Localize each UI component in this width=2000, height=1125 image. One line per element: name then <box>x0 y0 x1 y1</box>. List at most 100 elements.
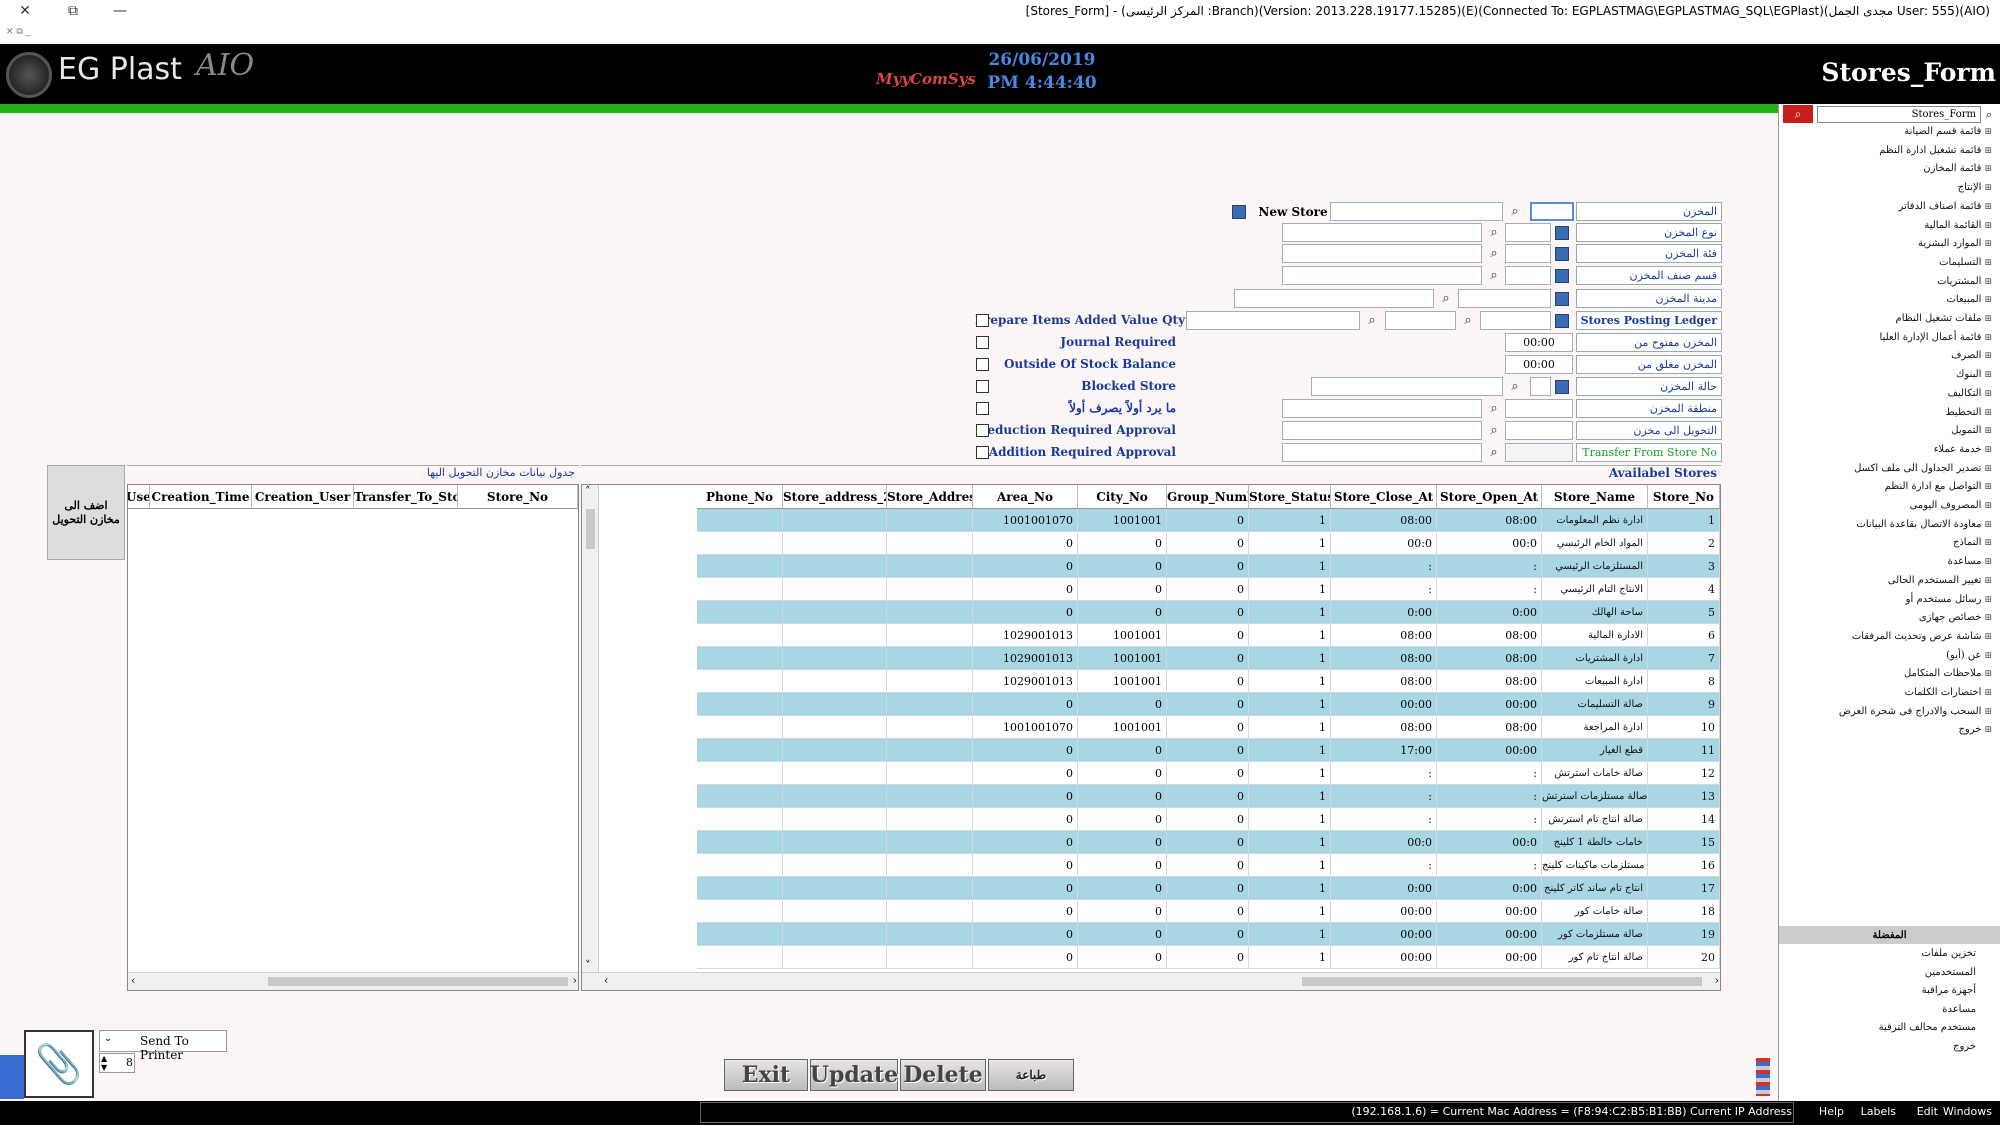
table-cell[interactable] <box>697 601 783 624</box>
table-cell[interactable] <box>697 578 783 601</box>
table-cell[interactable]: 0 <box>1078 831 1167 854</box>
store-no-cell[interactable]: 7 <box>1648 647 1720 670</box>
windows-menu[interactable]: Windows <box>1943 1105 1992 1118</box>
store-name-cell[interactable]: صالة مستلزمات كور <box>1542 923 1648 946</box>
table-cell[interactable]: : <box>1331 854 1437 877</box>
table-row[interactable]: 10 ادارة المراجعة 08:00 08:00 1 0 1001001 10010… <box>620 716 1720 739</box>
posting-ledger-code2[interactable] <box>1385 311 1456 330</box>
menu-tree-item[interactable]: ملفات تشغيل النظام <box>1896 313 1993 324</box>
table-cell[interactable]: 0 <box>973 785 1078 808</box>
store-no-cell[interactable]: 10 <box>1648 716 1720 739</box>
table-cell[interactable]: 0 <box>973 877 1078 900</box>
table-cell[interactable]: 08:00 <box>1437 647 1542 670</box>
table-cell[interactable]: : <box>1331 785 1437 808</box>
send-to-printer-dropdown[interactable]: ⌄ Send To Printer <box>99 1030 227 1062</box>
stepper-arrows-icon[interactable]: ▲ ▼ <box>101 1054 107 1072</box>
store-type-checkbox[interactable] <box>1555 226 1569 240</box>
table-cell[interactable] <box>697 532 783 555</box>
open-from-input[interactable]: 00:00 <box>1505 333 1573 352</box>
table-cell[interactable]: : <box>1331 578 1437 601</box>
store-name-cell[interactable]: ادارة المشتريات <box>1542 647 1648 670</box>
table-row[interactable]: 4 الانتاج التام الرئيسي::1 0 0 0 <box>620 578 1720 601</box>
table-cell[interactable]: 1 <box>1249 532 1331 555</box>
table-cell[interactable] <box>697 808 783 831</box>
search-icon[interactable]: ⌕ <box>1362 311 1382 330</box>
table-cell[interactable]: 0 <box>1078 739 1167 762</box>
table-cell[interactable] <box>697 923 783 946</box>
posting-ledger-checkbox[interactable] <box>1555 314 1569 328</box>
table-cell[interactable]: 1 <box>1249 900 1331 923</box>
store-no-cell[interactable]: 9 <box>1648 693 1720 716</box>
store-type-code[interactable] <box>1505 223 1551 242</box>
store-no-cell[interactable]: 11 <box>1648 739 1720 762</box>
table-cell[interactable]: 0 <box>1167 808 1249 831</box>
table-cell[interactable] <box>783 831 887 854</box>
table-cell[interactable]: 0 <box>1167 762 1249 785</box>
table-cell[interactable]: 0 <box>1167 647 1249 670</box>
store-name-cell[interactable]: صالة انتاج تام كور <box>1542 946 1648 969</box>
table-cell[interactable]: 08:00 <box>1331 624 1437 647</box>
table-cell[interactable] <box>783 854 887 877</box>
side-tab[interactable] <box>0 1055 24 1099</box>
add-transfer-store-button[interactable]: اضف الى مخازن التحويل <box>47 465 125 560</box>
menu-tree-item[interactable]: السحب والادراج فى شجرة العرض <box>1839 706 1992 717</box>
menu-tree-item[interactable]: التكاليف <box>1948 388 1992 399</box>
scroll-right-icon[interactable]: › <box>1715 974 1719 987</box>
table-cell[interactable] <box>697 854 783 877</box>
labels-menu[interactable]: Labels <box>1861 1105 1896 1118</box>
scrollbar-thumb[interactable] <box>586 509 595 549</box>
table-cell[interactable]: 1 <box>1249 785 1331 808</box>
scroll-down-icon[interactable]: ˅ <box>585 959 591 972</box>
column-header[interactable]: Store_No <box>458 485 578 509</box>
table-cell[interactable]: 0 <box>1167 739 1249 762</box>
table-cell[interactable]: 00:00 <box>1437 693 1542 716</box>
table-cell[interactable] <box>697 693 783 716</box>
store-no-cell[interactable]: 15 <box>1648 831 1720 854</box>
menu-tree-item[interactable]: قائمة المخازن <box>1923 163 1992 174</box>
table-cell[interactable]: 0 <box>973 831 1078 854</box>
scroll-up-icon[interactable]: ˄ <box>585 485 591 498</box>
table-row[interactable]: 7 ادارة المشتريات 08:00 08:00 1 0 1001001 10290… <box>620 647 1720 670</box>
available-stores-grid[interactable]: ˄ ˅ Store_No Store_Name Store_Open_At Store… <box>581 484 1721 991</box>
search-icon[interactable]: ⌕ <box>1458 311 1478 330</box>
table-cell[interactable]: 0:00 <box>1437 877 1542 900</box>
table-cell[interactable] <box>887 762 973 785</box>
store-city-checkbox[interactable] <box>1555 292 1569 306</box>
table-row[interactable]: 15 خامات خالطة 1 كلينج 00:0 00:0 1 0 0 0 <box>620 831 1720 854</box>
table-cell[interactable]: 00:00 <box>1331 923 1437 946</box>
table-cell[interactable]: 1001001 <box>1078 509 1167 532</box>
menu-tree-item[interactable]: التواصل مع ادارة النظم <box>1885 481 1992 492</box>
table-cell[interactable]: 08:00 <box>1437 670 1542 693</box>
table-cell[interactable] <box>697 900 783 923</box>
search-icon[interactable]: ⌕ <box>1484 223 1504 242</box>
table-cell[interactable] <box>783 555 887 578</box>
table-cell[interactable]: 0 <box>1167 693 1249 716</box>
column-header[interactable]: Store_Address <box>887 485 973 509</box>
new-store-checkbox[interactable] <box>1232 205 1246 219</box>
table-cell[interactable] <box>697 624 783 647</box>
table-cell[interactable]: 1 <box>1249 509 1331 532</box>
store-no-cell[interactable]: 16 <box>1648 854 1720 877</box>
table-cell[interactable]: 0 <box>973 739 1078 762</box>
menu-tree-item[interactable]: البنوك <box>1956 369 1992 380</box>
update-button[interactable]: Update <box>810 1059 898 1091</box>
table-cell[interactable] <box>697 647 783 670</box>
menu-search-input[interactable]: Stores_Form <box>1817 106 1981 123</box>
table-cell[interactable] <box>887 670 973 693</box>
table-cell[interactable]: : <box>1331 808 1437 831</box>
store-no-cell[interactable]: 3 <box>1648 555 1720 578</box>
store-no-cell[interactable]: 17 <box>1648 877 1720 900</box>
transfer-stores-grid[interactable]: Store_No Transfer_To_Store_No Creation_U… <box>127 484 579 991</box>
table-cell[interactable] <box>783 532 887 555</box>
table-cell[interactable]: 1029001013 <box>973 647 1078 670</box>
table-cell[interactable]: 00:0 <box>1331 831 1437 854</box>
blocked-store-checkbox[interactable] <box>976 380 989 393</box>
store-name-cell[interactable]: ادارة المبيعات <box>1542 670 1648 693</box>
menu-tree-item[interactable]: القائمة المالية <box>1924 220 1992 231</box>
store-no-cell[interactable]: 12 <box>1648 762 1720 785</box>
column-header[interactable]: Use <box>128 485 150 509</box>
store-no-cell[interactable]: 2 <box>1648 532 1720 555</box>
table-cell[interactable]: 0 <box>1167 785 1249 808</box>
table-cell[interactable] <box>697 877 783 900</box>
store-category-code[interactable] <box>1505 244 1551 263</box>
